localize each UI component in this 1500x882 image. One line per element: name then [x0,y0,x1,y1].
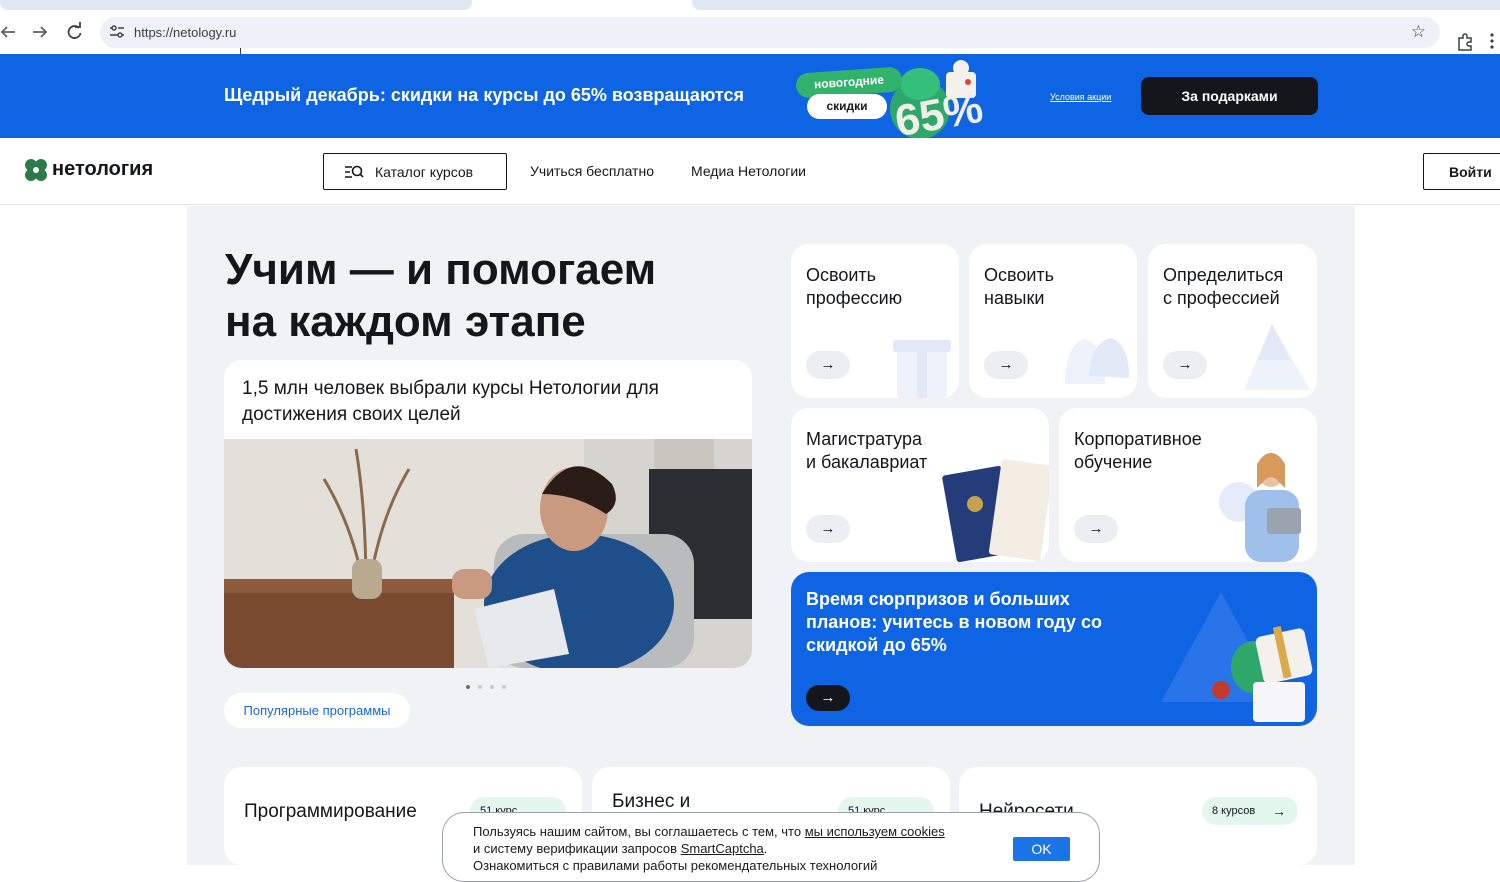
promo-tile-arrow-button[interactable]: → [806,685,850,711]
slider-dot[interactable] [466,685,470,689]
promo-terms-link[interactable]: Условия акции [1050,92,1111,102]
browser-tab[interactable] [692,0,1500,10]
tile-title: Определиться с профессией [1163,265,1284,308]
direction-name: Бизнес и [612,791,691,812]
logo[interactable]: нетология [24,157,174,183]
tile-arrow-button[interactable]: → [806,351,850,379]
menu-icon[interactable] [1488,31,1496,51]
promo-tile-text: Время сюрпризов и больших планов: учитес… [806,589,1102,655]
hero-slide-card[interactable]: 1,5 млн человек выбрали курсы Нетологии … [224,360,752,668]
reload-icon[interactable] [62,20,86,44]
catalog-button-label: Каталог курсов [375,164,474,180]
cookies-policy-link[interactable]: мы используем cookies [805,824,945,839]
gift-icon [887,326,959,398]
cookie-line-2: и систему верификации запросов SmartCapt… [473,841,768,856]
hero-photo [224,439,752,668]
tile-arrow-button[interactable]: → [1163,351,1207,379]
tile-corporate[interactable]: Корпоративное обучение → [1059,408,1317,562]
browser-toolbar: https://netology.ru ☆ [0,12,1500,63]
browser-tab[interactable] [0,0,472,10]
promo-cta-button[interactable]: За подарками [1141,77,1318,115]
tile-master-skills[interactable]: Освоить навыки → [969,244,1137,398]
direction-count-badge[interactable]: 8 курсов → [1202,797,1298,825]
catalog-button[interactable]: Каталог курсов [323,153,507,190]
catalog-search-icon [344,163,364,181]
tile-arrow-button[interactable]: → [984,351,1028,379]
promo-banner[interactable]: Щедрый декабрь: скидки на курсы до 65% в… [0,54,1500,138]
popular-programs-chip[interactable]: Популярные программы [224,693,410,728]
tile-title: Корпоративное обучение [1074,429,1202,472]
tile-new-year-promo[interactable]: Время сюрпризов и больших планов: учитес… [791,572,1317,726]
hero-slide-text: 1,5 млн человек выбрали курсы Нетологии … [242,378,659,425]
address-bar[interactable]: https://netology.ru ☆ [100,17,1440,48]
nav-learn-free[interactable]: Учиться бесплатно [530,163,654,179]
login-button-label: Войти [1449,164,1492,180]
tile-master-profession[interactable]: Освоить профессию → [791,244,959,398]
tile-arrow-button[interactable]: → [1074,515,1118,543]
cookie-ok-button[interactable]: OK [1013,837,1070,861]
site-header: нетология Каталог курсов Учиться бесплат… [0,138,1500,205]
site-settings-icon[interactable] [109,24,125,40]
cookie-line-1: Пользуясь нашим сайтом, вы соглашаетесь … [473,824,945,839]
nav-media[interactable]: Медиа Нетологии [691,163,806,179]
cookie-line-3[interactable]: Ознакомиться с правилами работы рекоменд… [473,858,877,873]
forward-icon[interactable] [28,20,52,44]
slider-dot[interactable] [490,685,494,689]
extensions-icon[interactable] [1455,32,1475,52]
christmas-tree-icon [1244,320,1316,398]
login-button[interactable]: Войти [1423,153,1500,190]
back-icon[interactable] [0,20,20,44]
gifts-illustration [1161,572,1317,726]
slider-dots [466,676,516,689]
logo-icon [24,158,48,182]
tile-choose-profession[interactable]: Определиться с профессией → [1148,244,1317,398]
corporate-person-illustration [1209,444,1317,562]
cookie-banner: Пользуясь нашим сайтом, вы соглашаетесь … [442,812,1100,882]
hero-title-line2: на каждом этапе [225,297,586,346]
logo-text: нетология [52,158,154,180]
diploma-illustration [939,448,1049,562]
tile-title: Магистратура и бакалавриат [806,429,928,472]
slider-dot[interactable] [478,685,482,689]
bells-icon [1055,314,1135,398]
tile-degrees[interactable]: Магистратура и бакалавриат → [791,408,1049,562]
tile-title: Освоить профессию [806,265,903,308]
url-text[interactable]: https://netology.ru [134,25,236,40]
promo-badge-bottom: скидки [807,94,887,119]
main-content: Учим — и помогаем на каждом этапе 1,5 мл… [187,206,1355,865]
direction-name: Программирование [244,801,417,822]
smartcaptcha-link[interactable]: SmartCaptcha [681,841,764,856]
tile-arrow-button[interactable]: → [806,515,850,543]
hero-title-line1: Учим — и помогаем [225,245,657,294]
tab-strip [0,0,1500,12]
slider-dot[interactable] [502,685,506,689]
promo-text: Щедрый декабрь: скидки на курсы до 65% в… [224,85,744,105]
bookmark-star-icon[interactable]: ☆ [1411,22,1426,42]
tile-title: Освоить навыки [984,265,1055,308]
hero-title: Учим — и помогаем на каждом этапе [225,244,765,348]
